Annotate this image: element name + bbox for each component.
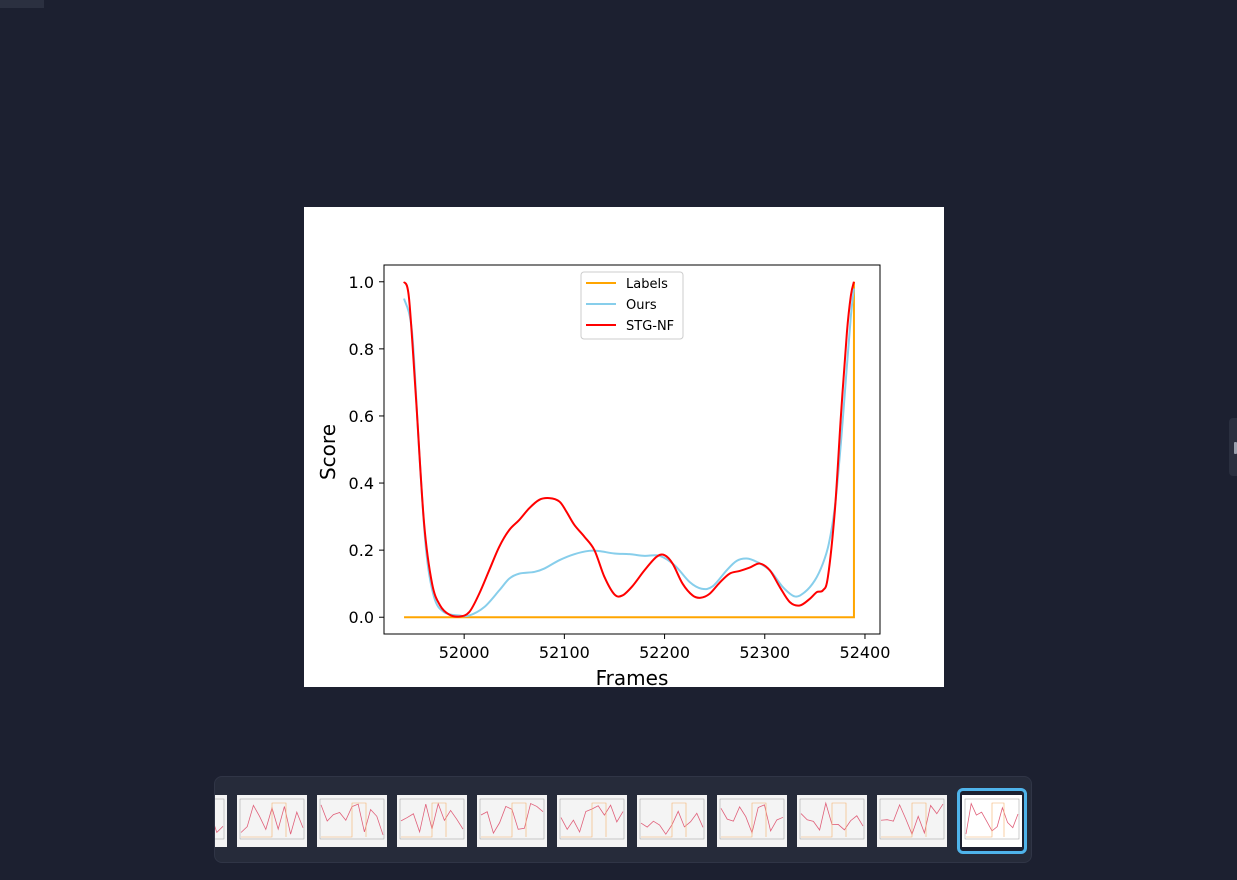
legend-label: STG-NF <box>626 319 674 334</box>
legend-label: Ours <box>626 298 657 313</box>
thumbnail-preview <box>964 798 1020 840</box>
thumbnail-preview <box>639 798 705 840</box>
thumbnail[interactable] <box>317 795 387 847</box>
x-tick-label: 52400 <box>840 643 891 662</box>
thumbnail[interactable] <box>477 795 547 847</box>
x-axis-ticks: 52000 52100 52200 52300 52400 <box>439 634 891 662</box>
thumbnail-preview <box>479 798 545 840</box>
thumbnail-preview <box>239 798 305 840</box>
y-tick-label: 0.4 <box>349 474 374 493</box>
thumbnail-image <box>962 795 1022 847</box>
x-tick-label: 52000 <box>439 643 490 662</box>
thumbnail-preview <box>399 798 465 840</box>
thumbnail[interactable] <box>215 795 227 847</box>
thumbnail-preview <box>215 798 225 840</box>
legend-label: Labels <box>626 277 668 292</box>
image-viewer: 52000 52100 52200 52300 52400 0.0 0.2 0.4 0.6 0.… <box>304 207 944 687</box>
thumbnail[interactable] <box>717 795 787 847</box>
x-tick-label: 52200 <box>639 643 690 662</box>
thumbnail[interactable] <box>237 795 307 847</box>
y-axis-ticks: 0.0 0.2 0.4 0.6 0.8 1.0 <box>349 273 384 627</box>
thumbnail[interactable] <box>557 795 627 847</box>
y-tick-label: 0.6 <box>349 407 374 426</box>
chart-legend: Labels Ours STG-NF <box>580 271 684 340</box>
thumbnail[interactable] <box>397 795 467 847</box>
thumbnail-preview <box>799 798 865 840</box>
thumbnail-preview <box>879 798 945 840</box>
y-tick-label: 0.0 <box>349 608 374 627</box>
thumbnail-strip <box>214 776 1032 863</box>
x-tick-label: 52100 <box>539 643 590 662</box>
y-tick-label: 1.0 <box>349 273 374 292</box>
x-axis-label: Frames <box>596 666 669 687</box>
x-tick-label: 52300 <box>739 643 790 662</box>
window-tab[interactable] <box>0 0 44 8</box>
y-axis-label: Score <box>316 424 340 480</box>
y-tick-label: 0.2 <box>349 541 374 560</box>
thumbnail-active[interactable] <box>957 788 1027 854</box>
y-tick-label: 0.8 <box>349 340 374 359</box>
thumbnail[interactable] <box>637 795 707 847</box>
thumbnail[interactable] <box>877 795 947 847</box>
thumbnail-preview <box>559 798 625 840</box>
thumbnail-preview <box>319 798 385 840</box>
score-chart: 52000 52100 52200 52300 52400 0.00.20.40.60.… <box>316 264 891 687</box>
thumbnail-preview <box>719 798 785 840</box>
next-image-handle[interactable] <box>1229 418 1237 476</box>
thumbnail[interactable] <box>797 795 867 847</box>
